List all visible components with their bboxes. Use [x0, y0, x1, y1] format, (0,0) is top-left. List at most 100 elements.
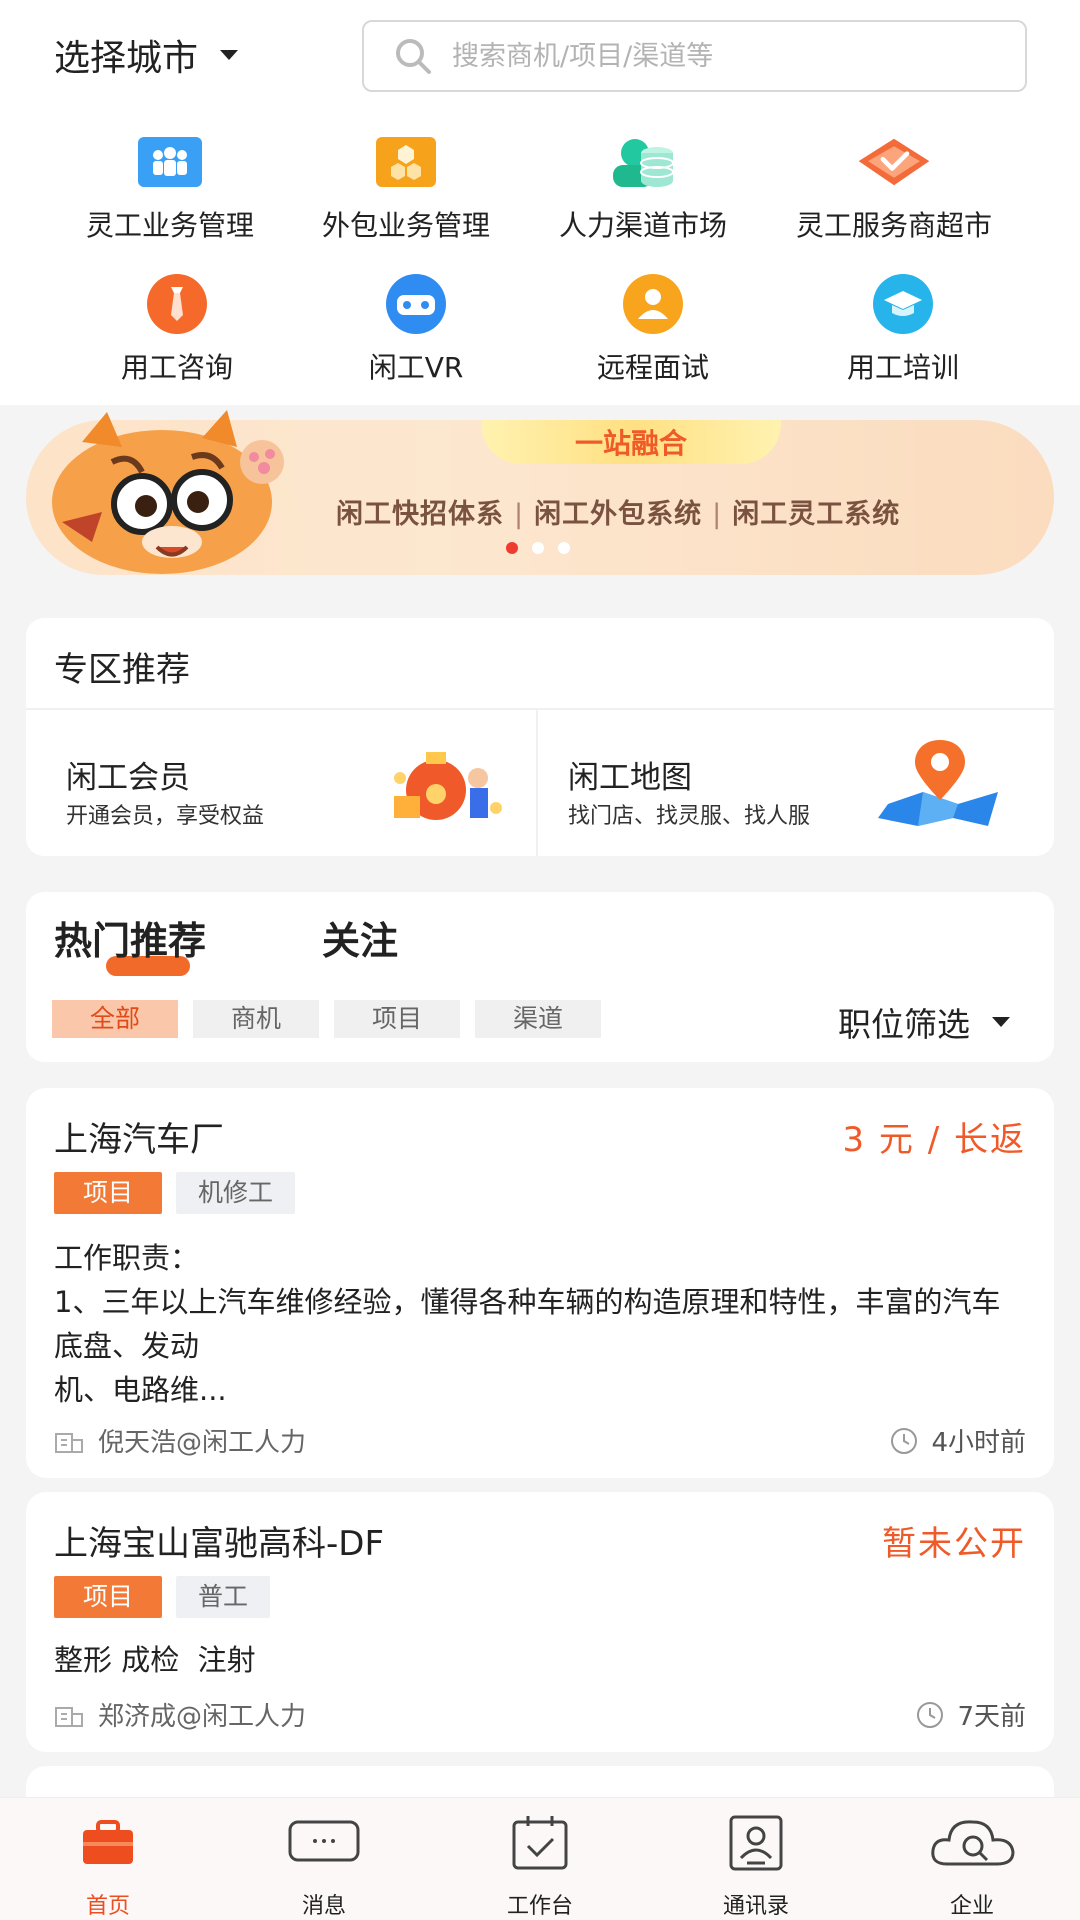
menu-item-training[interactable]: 用工培训: [803, 272, 1003, 386]
menu-label: 灵工服务商超市: [795, 209, 992, 242]
home-screen: 选择城市 灵工业务管理: [0, 0, 1080, 1920]
zone-card-title: 闲工会员: [66, 760, 190, 796]
zone-card-membership[interactable]: 闲工会员 开通会员，享受权益: [26, 710, 536, 856]
clock-icon: [917, 1701, 944, 1728]
section-title: 专区推荐: [54, 650, 190, 690]
calendar-check-icon: [512, 1816, 568, 1870]
tiger-mascot-image: [52, 410, 284, 574]
tab-label: 消息: [301, 1894, 346, 1919]
menu-label: 闲工VR: [368, 351, 464, 384]
tab-enterprise[interactable]: 企业: [902, 1812, 1042, 1920]
listing-price: 3 元 / 长返: [842, 1120, 1026, 1160]
listing-tags: 项目 机修工: [54, 1172, 296, 1214]
listing-card[interactable]: 上海汽车厂 3 元 / 长返 项目 机修工 工作职责： 1、三年以上汽车维修经验…: [26, 1088, 1054, 1478]
banner-item: 闲工灵工系统: [732, 499, 901, 530]
tab-follow[interactable]: 关注: [322, 910, 398, 965]
listing-time: 7天前: [915, 1696, 1026, 1733]
menu-label: 用工培训: [846, 351, 959, 384]
vr-headset-icon: [386, 274, 446, 334]
listing-time: 4小时前: [889, 1422, 1026, 1459]
position-filter-label: 职位筛选: [838, 1005, 970, 1044]
zone-card-subtitle: 开通会员，享受权益: [66, 804, 265, 829]
search-input[interactable]: [452, 40, 972, 72]
person-icon: [623, 274, 683, 334]
menu-label: 用工咨询: [120, 351, 233, 384]
author-name: 倪天浩@闲工人力: [98, 1428, 307, 1458]
tab-label: 企业: [949, 1894, 994, 1919]
boxes-icon: [376, 137, 436, 187]
tab-label: 通讯录: [722, 1894, 789, 1919]
menu-item-channel-market[interactable]: 人力渠道市场: [543, 130, 743, 244]
banner-systems: 闲工快招体系 | 闲工外包系统 | 闲工灵工系统: [336, 492, 900, 531]
time-text: 7天前: [957, 1702, 1026, 1732]
city-label: 选择城市: [54, 38, 199, 79]
banner-headline: 一站融合: [481, 420, 781, 464]
position-filter-dropdown[interactable]: 职位筛选: [838, 998, 1010, 1046]
category-filters: 全部 商机 项目 渠道: [52, 1000, 601, 1038]
caret-down-icon: [992, 1017, 1010, 1027]
tab-messages[interactable]: 消息: [254, 1812, 394, 1920]
menu-item-remote-interview[interactable]: 远程面试: [553, 272, 753, 386]
listing-card[interactable]: 上海宝山富驰高科-DF 暂未公开 项目 普工 整形 成检 注射 郑济成@闲工人力…: [26, 1492, 1054, 1752]
listing-tags: 项目 普工: [54, 1576, 271, 1618]
cloud-search-icon: [931, 1820, 1015, 1866]
search-icon: [396, 39, 431, 74]
tag-role: 普工: [176, 1576, 271, 1618]
zone-card-map[interactable]: 闲工地图 找门店、找灵服、找人服: [538, 710, 1054, 856]
badge-check-icon: [858, 138, 930, 186]
tab-label: 首页: [85, 1894, 130, 1919]
tab-home[interactable]: 首页: [38, 1812, 178, 1920]
search-box[interactable]: [362, 20, 1027, 92]
city-selector[interactable]: 选择城市: [54, 30, 239, 80]
menu-item-flex-business[interactable]: 灵工业务管理: [70, 130, 270, 244]
tab-label: 工作台: [506, 1894, 573, 1919]
listing-description: 整形 成检 注射: [54, 1643, 256, 1677]
listing-title: 上海宝山富驰高科-DF: [54, 1524, 385, 1564]
promo-banner[interactable]: 一站融合 闲工快招体系 | 闲工外包系统 | 闲工灵工系统: [26, 410, 1054, 575]
graduation-cap-icon: [873, 274, 933, 334]
carousel-dots[interactable]: [506, 542, 570, 554]
zone-card-title: 闲工地图: [568, 760, 692, 796]
tie-icon: [147, 274, 207, 334]
menu-item-outsourcing[interactable]: 外包业务管理: [306, 130, 506, 244]
menu-label: 远程面试: [596, 351, 709, 384]
database-icon: [613, 139, 674, 187]
listing-price: 暂未公开: [882, 1524, 1026, 1564]
bottom-tab-bar: 首页 消息 工作台 通讯录 企业: [0, 1797, 1080, 1920]
time-text: 4小时前: [931, 1428, 1026, 1458]
tag-type: 项目: [54, 1172, 162, 1214]
zone-recommend-section: 专区推荐 闲工会员 开通会员，享受权益 闲工地图 找门店、找灵服、找人服: [26, 618, 1054, 856]
caret-down-icon: [220, 50, 239, 60]
building-icon: [55, 1706, 83, 1727]
listing-title: 上海汽车厂: [54, 1120, 224, 1160]
people-group-icon: [138, 137, 202, 187]
listing-description: 工作职责： 1、三年以上汽车维修经验，懂得各种车辆的构造原理和特性，丰富的汽车底…: [54, 1241, 1001, 1407]
filter-channel[interactable]: 渠道: [475, 1000, 601, 1038]
filter-project[interactable]: 项目: [334, 1000, 460, 1038]
clock-icon: [891, 1427, 918, 1454]
menu-label: 灵工业务管理: [85, 209, 254, 242]
listing-author: 郑济成@闲工人力: [54, 1696, 306, 1733]
filter-business[interactable]: 商机: [193, 1000, 319, 1038]
gift-bag-illustration: [394, 752, 502, 820]
carousel-dot[interactable]: [506, 542, 518, 554]
tab-workbench[interactable]: 工作台: [470, 1812, 610, 1920]
hot-section: 热门推荐 关注 全部 商机 项目 渠道 职位筛选: [26, 892, 1054, 1062]
tab-hot[interactable]: 热门推荐: [54, 910, 206, 965]
menu-item-consult[interactable]: 用工咨询: [77, 272, 277, 386]
zone-card-subtitle: 找门店、找灵服、找人服: [568, 804, 811, 829]
menu-label: 外包业务管理: [321, 209, 490, 242]
briefcase-icon: [83, 1820, 133, 1864]
author-name: 郑济成@闲工人力: [98, 1702, 307, 1732]
contact-icon: [729, 1815, 783, 1871]
carousel-dot[interactable]: [558, 542, 570, 554]
tag-type: 项目: [54, 1576, 162, 1618]
carousel-dot[interactable]: [532, 542, 544, 554]
listing-author: 倪天浩@闲工人力: [54, 1422, 306, 1459]
filter-all[interactable]: 全部: [52, 1000, 178, 1038]
header: 选择城市 灵工业务管理: [0, 0, 1080, 405]
menu-item-vr[interactable]: 闲工VR: [316, 272, 516, 386]
tab-contacts[interactable]: 通讯录: [686, 1812, 826, 1920]
building-icon: [55, 1432, 83, 1453]
menu-item-service-market[interactable]: 灵工服务商超市: [784, 130, 1004, 244]
